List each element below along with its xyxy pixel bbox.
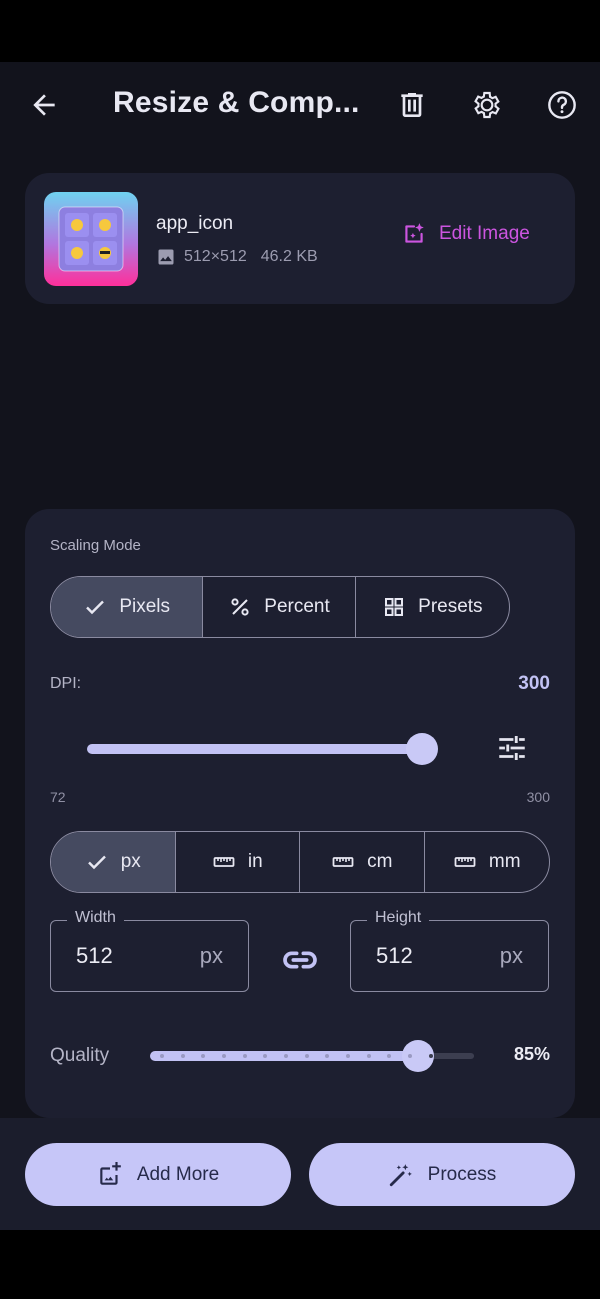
page-title: Resize & Comp... (113, 86, 360, 119)
unit-px-button[interactable]: px (51, 832, 176, 892)
unit-cm-button[interactable]: cm (300, 832, 425, 892)
dpi-value: 300 (518, 673, 550, 694)
image-thumbnail (44, 192, 138, 286)
add-photo-icon (100, 1161, 121, 1185)
unit-cm-label: cm (367, 851, 393, 872)
ruler-icon (454, 857, 476, 867)
scaling-mode-selector: Pixels Percent Presets (50, 576, 510, 638)
settings-button[interactable] (463, 81, 511, 129)
quality-tick-mark (160, 1054, 164, 1058)
edit-image-button[interactable]: Edit Image (401, 221, 530, 247)
mode-presets-button[interactable]: Presets (356, 577, 509, 637)
quality-tick-mark (428, 1054, 433, 1058)
help-icon (548, 91, 576, 119)
quality-tick-mark (242, 1054, 247, 1058)
unit-mm-label: mm (488, 851, 521, 872)
delete-button[interactable] (388, 81, 436, 129)
mode-percent-label: Percent (264, 596, 330, 617)
process-label: Process (427, 1163, 497, 1185)
ruler-icon (332, 857, 354, 867)
magic-wand-icon (389, 1163, 412, 1186)
width-unit: px (199, 943, 223, 968)
quality-tick-mark (222, 1054, 226, 1058)
scaling-mode-label: Scaling Mode (50, 537, 141, 554)
width-field[interactable]: Width 512 px (50, 909, 249, 992)
width-value[interactable]: 512 (76, 943, 113, 969)
image-name: app_icon (156, 213, 234, 234)
dpi-slider-thumb[interactable] (406, 733, 438, 765)
arrow-back-icon (33, 94, 55, 116)
unit-mm-button[interactable]: mm (425, 832, 550, 892)
height-unit: px (499, 943, 523, 968)
grid-icon (385, 598, 404, 616)
quality-tick-mark (304, 1054, 309, 1058)
image-card[interactable]: app_icon 512×512 46.2 KB Edit Image (25, 173, 575, 304)
dpi-label: DPI: (50, 675, 82, 692)
height-field-label: Height (367, 909, 430, 927)
quality-value: 85% (513, 1044, 550, 1064)
image-meta: 512×512 46.2 KB (156, 247, 318, 267)
edit-sparkle-icon (405, 223, 424, 243)
quality-tick-mark (284, 1054, 288, 1058)
settings-gear-icon (474, 91, 500, 119)
add-more-button[interactable]: Add More (25, 1143, 291, 1206)
mode-pixels-label: Pixels (119, 596, 171, 617)
add-more-label: Add More (136, 1163, 220, 1185)
height-field[interactable]: Height 512 px (350, 909, 549, 992)
image-icon (158, 249, 174, 265)
quality-tick-mark (408, 1054, 412, 1058)
quality-tick-mark (366, 1054, 371, 1058)
system-navigation-bar (0, 1230, 600, 1299)
check-icon (86, 600, 105, 615)
back-button[interactable] (20, 81, 68, 129)
unit-px-label: px (120, 851, 141, 872)
quality-tick-mark (346, 1054, 350, 1058)
bottom-action-bar: Add More Process (0, 1118, 600, 1230)
mode-percent-button[interactable]: Percent (203, 577, 356, 637)
image-dimensions: 512×512 (184, 248, 247, 265)
width-field-label: Width (67, 909, 124, 927)
link-aspect-ratio-icon[interactable] (280, 940, 320, 980)
image-file-size: 46.2 KB (260, 248, 318, 265)
settings-card: Scaling Mode Pixels Percent Presets DPI:… (25, 509, 575, 1118)
help-button[interactable] (538, 81, 586, 129)
unit-in-label: in (247, 851, 263, 872)
process-button[interactable]: Process (309, 1143, 575, 1206)
unit-in-button[interactable]: in (176, 832, 300, 892)
dpi-min-label: 72 (50, 789, 66, 805)
ruler-icon (213, 857, 235, 867)
quality-tick-mark (180, 1054, 185, 1058)
tune-icon[interactable] (495, 731, 529, 765)
unit-selector: px in cm mm (50, 831, 550, 893)
dpi-max-label: 300 (526, 789, 550, 805)
edit-image-label: Edit Image (439, 223, 530, 244)
check-icon (87, 855, 106, 870)
mode-pixels-button[interactable]: Pixels (51, 577, 204, 637)
quality-label: Quality (50, 1045, 110, 1066)
mode-presets-label: Presets (418, 596, 483, 617)
dpi-slider-track[interactable] (87, 744, 427, 754)
status-bar (0, 0, 600, 62)
percent-icon (231, 598, 249, 616)
height-value[interactable]: 512 (376, 943, 413, 969)
quality-tick-mark (470, 1054, 474, 1058)
top-app-bar: Resize & Comp... (0, 62, 600, 148)
delete-icon (401, 93, 423, 117)
